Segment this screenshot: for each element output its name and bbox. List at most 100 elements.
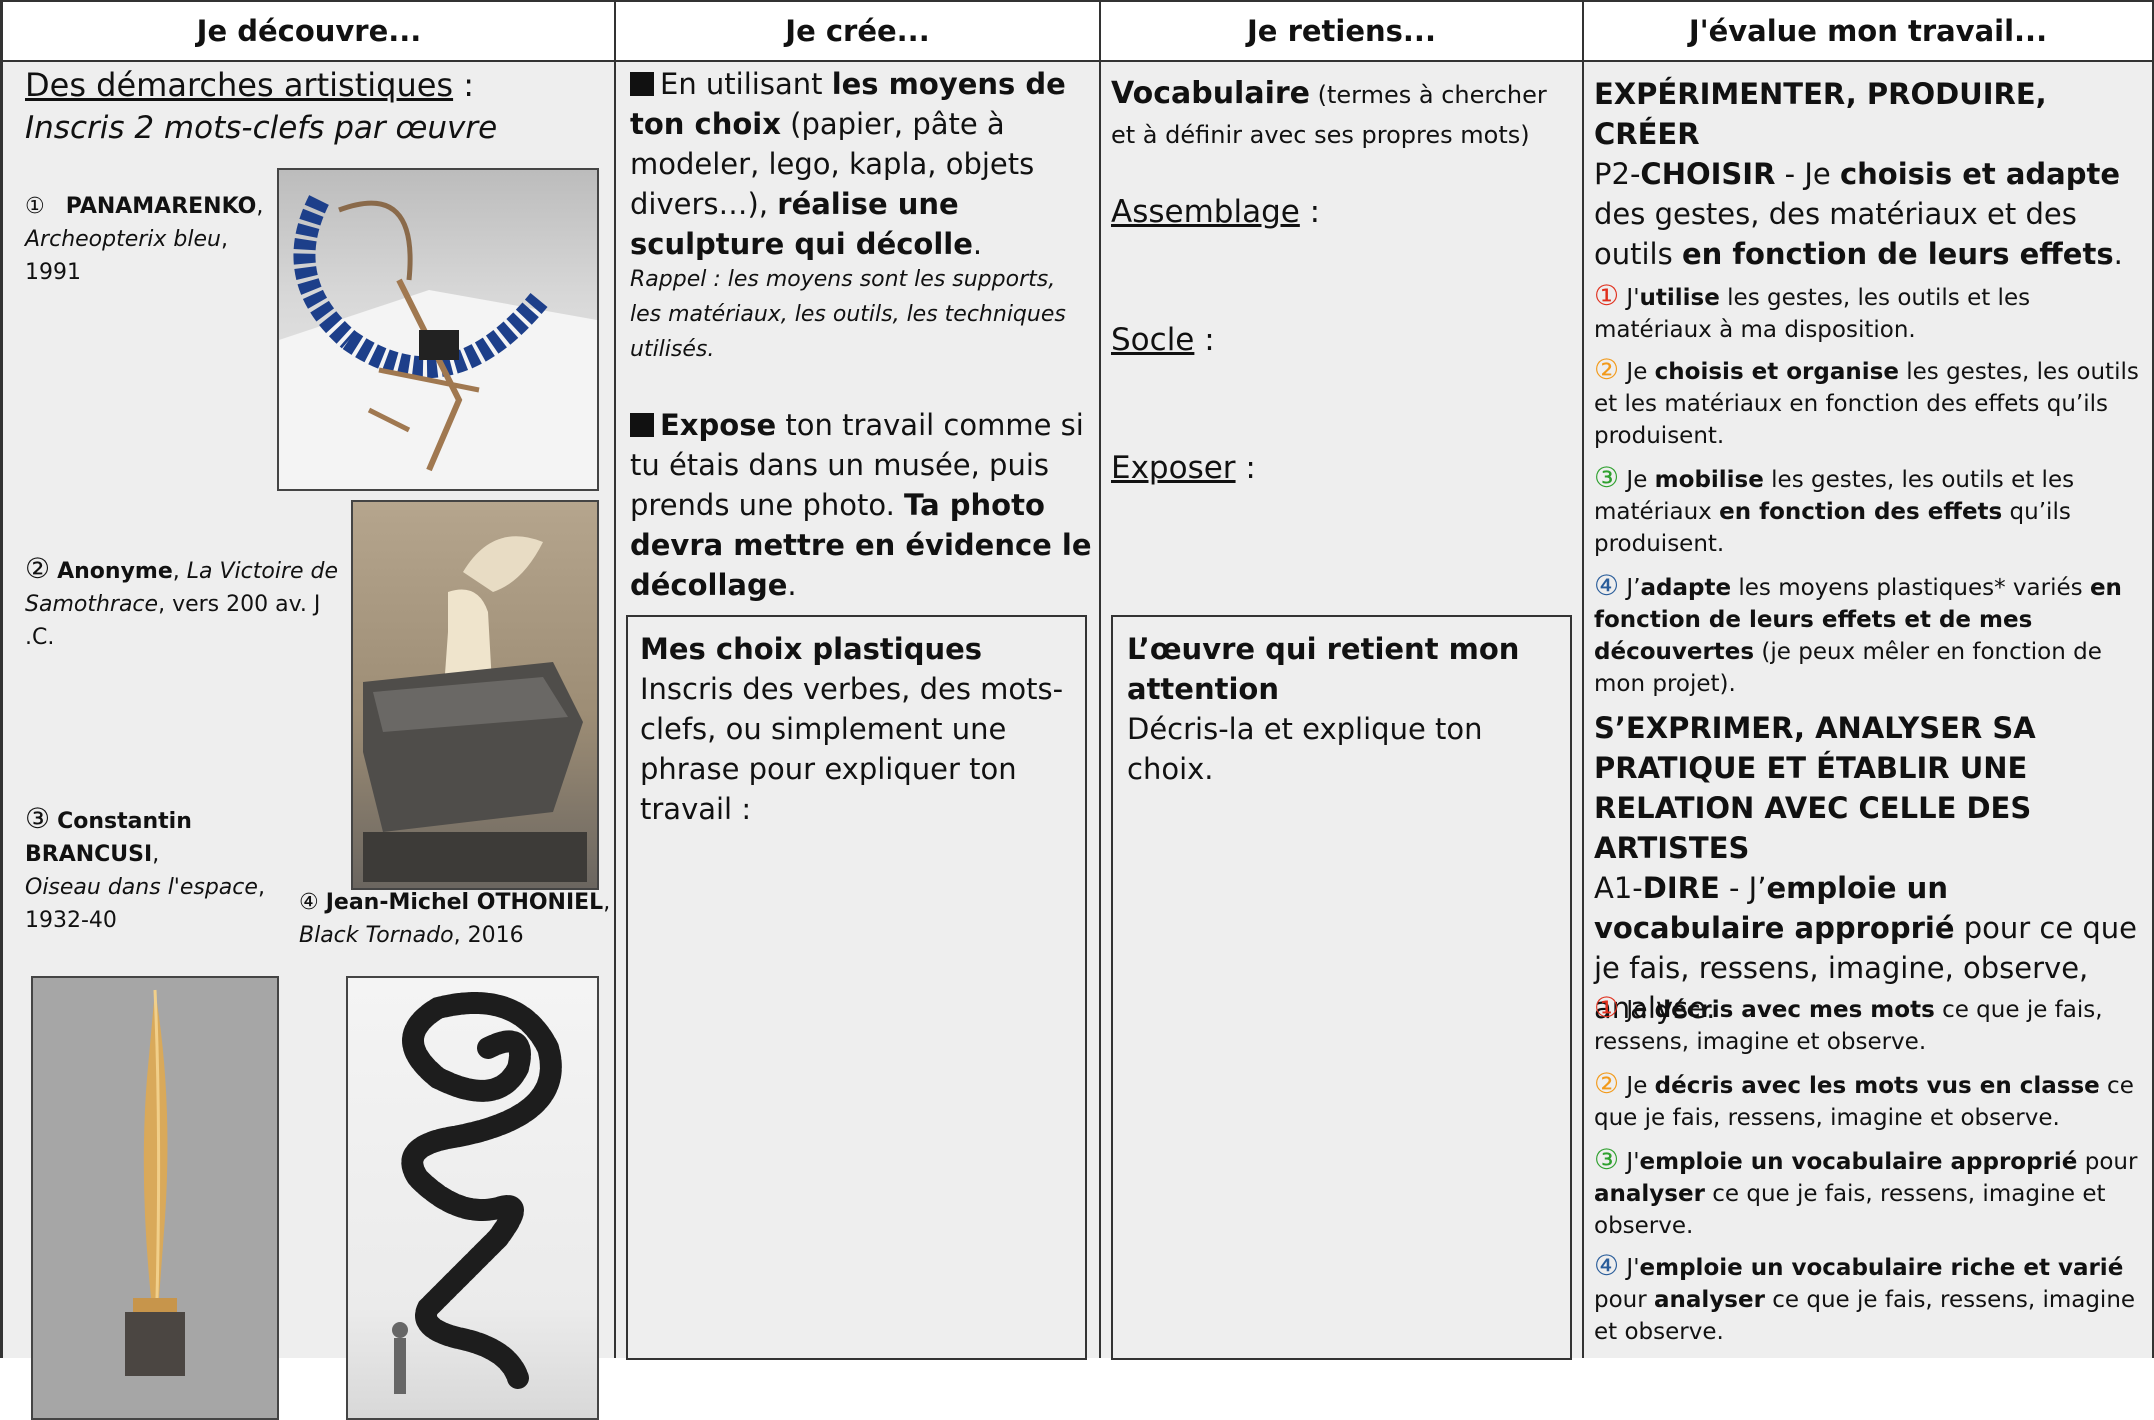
term-assemblage: Assemblage :	[1111, 192, 1320, 232]
d4-b: emploie un vocabulaire riche et varié	[1639, 1255, 2124, 1281]
s1-e: .	[2113, 237, 2123, 271]
criterion-d2: ② Je décris avec les mots vus en classe …	[1594, 1068, 2146, 1134]
work-1-artist: PANAMARENKO	[65, 194, 257, 219]
term-assemblage-label: Assemblage	[1111, 194, 1300, 230]
cree-p1-a: En utilisant	[660, 67, 832, 101]
c1-b: utilise	[1639, 285, 1720, 311]
s1-code: P2-	[1594, 157, 1641, 191]
d1-b: décris avec mes mots	[1654, 997, 1935, 1023]
work-4-num: ④	[299, 890, 319, 915]
s2-code-b: DIRE	[1642, 871, 1720, 905]
c3-b: mobilise	[1654, 467, 1764, 493]
work-3-num: ③	[25, 802, 51, 835]
section-experimenter: EXPÉRIMENTER, PRODUIRE, CRÉER P2-CHOISIR…	[1594, 74, 2142, 274]
column-decouvre: Je découvre... Des démarches artistiques…	[0, 0, 615, 1420]
black-tornado-illustration	[392, 992, 562, 1394]
term-exposer: Exposer :	[1111, 448, 1256, 488]
term-exposer-label: Exposer	[1111, 450, 1236, 486]
cree-paragraph-1: En utilisant les moyens de ton choix (pa…	[630, 64, 1092, 264]
criterion-1: ① J'utilise les gestes, les outils et le…	[1594, 280, 2146, 346]
cree-p2-a: Expose	[660, 408, 777, 442]
level-3-num: ③	[1594, 1143, 1620, 1176]
vocabulaire-title: Vocabulaire	[1111, 76, 1310, 111]
header-evalue-text: J'évalue mon travail...	[1688, 14, 2048, 48]
work-1-caption: ① PANAMARENKO, Archeopterix bleu, 1991	[25, 194, 264, 285]
s1-b: choisis et adapte	[1839, 157, 2121, 191]
term-suffix: :	[1194, 322, 1215, 358]
c2-b: choisis et organise	[1654, 359, 1899, 385]
work-1-title: Archeopterix bleu	[25, 227, 221, 252]
square-bullet-icon	[630, 72, 654, 96]
c3-a: Je	[1619, 467, 1655, 493]
cree-paragraph-2: Expose ton travail comme si tu étais dan…	[630, 405, 1092, 605]
decouvre-heading: Des démarches artistiques :	[25, 64, 474, 106]
oeuvre-attention-title: L’œuvre qui retient mon attention	[1127, 632, 1520, 706]
work-3-title: Oiseau dans l'espace	[25, 875, 258, 900]
oeuvre-attention-box[interactable]: L’œuvre qui retient mon attention Décris…	[1111, 615, 1572, 1360]
mes-choix-plastiques-title: Mes choix plastiques	[640, 632, 983, 666]
work-2-photo	[351, 500, 599, 890]
d4-d: analyser	[1654, 1287, 1765, 1313]
c4-b: adapte	[1640, 575, 1732, 601]
criterion-d1: ① Je décris avec mes mots ce que je fais…	[1594, 992, 2146, 1058]
d1-a: Je	[1619, 997, 1655, 1023]
section-exprimer-title: S’EXPRIMER, ANALYSER SA PRATIQUE ET ÉTAB…	[1594, 711, 2036, 865]
d4-a: J'	[1619, 1255, 1640, 1281]
d3-c: pour	[2077, 1149, 2138, 1175]
d2-b: décris avec les mots vus en classe	[1654, 1073, 2100, 1099]
decouvre-instruction: Inscris 2 mots-clefs par œuvre	[25, 110, 498, 146]
work-3-photo	[31, 976, 279, 1420]
c2-a: Je	[1619, 359, 1655, 385]
term-suffix: :	[1299, 194, 1321, 230]
work-3-date: 1932-40	[25, 908, 117, 933]
level-4-num: ④	[1594, 1249, 1620, 1282]
bird-in-space-illustration	[125, 989, 185, 1376]
work-3-caption: ③ Constantin BRANCUSI, Oiseau dans l'esp…	[25, 802, 265, 933]
work-2-num: ②	[25, 552, 51, 585]
level-2-num: ②	[1594, 353, 1620, 386]
header-retiens: Je retiens...	[1101, 0, 1582, 62]
header-cree: Je crée...	[616, 0, 1099, 62]
victory-statue-illustration	[363, 536, 587, 882]
level-1-num: ①	[1594, 279, 1620, 312]
section-exprimer: S’EXPRIMER, ANALYSER SA PRATIQUE ET ÉTAB…	[1594, 708, 2146, 1028]
cree-rappel: Rappel : les moyens sont les supports, l…	[630, 267, 1066, 362]
d4-c: pour	[1594, 1287, 1655, 1313]
c4-c: les moyens plastiques* variés	[1731, 575, 2090, 601]
criterion-d3: ③ J'emploie un vocabulaire approprié pou…	[1594, 1144, 2146, 1242]
work-3-artist: Constantin BRANCUSI	[25, 809, 192, 867]
s1-d: en fonction de leurs effets	[1681, 237, 2114, 271]
criterion-2: ② Je choisis et organise les gestes, les…	[1594, 354, 2146, 452]
work-4-photo	[346, 976, 599, 1420]
cree-p1-e: .	[972, 227, 983, 261]
d3-d: analyser	[1594, 1181, 1705, 1207]
cree-p2-d: .	[787, 568, 797, 602]
work-4-caption: ④ Jean-Michel OTHONIEL, Black Tornado, 2…	[299, 890, 611, 948]
s2-code: A1-	[1594, 871, 1643, 905]
level-3-num: ③	[1594, 461, 1620, 494]
term-socle-label: Socle	[1111, 322, 1195, 358]
work-2-artist: Anonyme	[57, 559, 173, 584]
criterion-3: ③ Je mobilise les gestes, les outils et …	[1594, 462, 2146, 560]
d2-a: Je	[1619, 1073, 1655, 1099]
s1-a: - Je	[1775, 157, 1840, 191]
header-decouvre: Je découvre...	[3, 0, 615, 62]
oeuvre-attention-content: L’œuvre qui retient mon attention Décris…	[1127, 629, 1557, 789]
evalue-body: EXPÉRIMENTER, PRODUIRE, CRÉER P2-CHOISIR…	[1584, 62, 2152, 1358]
s2-a: - J’	[1719, 871, 1767, 905]
header-evalue: J'évalue mon travail...	[1584, 0, 2152, 62]
level-2-num: ②	[1594, 1067, 1620, 1100]
column-retiens: Je retiens... Vocabulaire (termes à cher…	[1099, 0, 1582, 1360]
mes-choix-plastiques-content: Mes choix plastiques Inscris des verbes,…	[640, 629, 1076, 829]
column-evalue: J'évalue mon travail... EXPÉRIMENTER, PR…	[1582, 0, 2154, 1358]
retiens-body: Vocabulaire (termes à chercher et à défi…	[1101, 62, 1582, 1360]
work-2-caption: ② Anonyme, La Victoire de Samothrace, ve…	[25, 552, 339, 650]
c1-a: J'	[1619, 285, 1640, 311]
term-socle: Socle :	[1111, 320, 1215, 360]
mes-choix-plastiques-text: Inscris des verbes, des mots-clefs, ou s…	[640, 672, 1064, 826]
header-cree-text: Je crée...	[785, 14, 930, 48]
square-bullet-icon	[630, 413, 654, 437]
work-4-title: Black Tornado	[299, 923, 454, 948]
mes-choix-plastiques-box[interactable]: Mes choix plastiques Inscris des verbes,…	[626, 615, 1087, 1360]
header-decouvre-text: Je découvre...	[196, 14, 422, 48]
